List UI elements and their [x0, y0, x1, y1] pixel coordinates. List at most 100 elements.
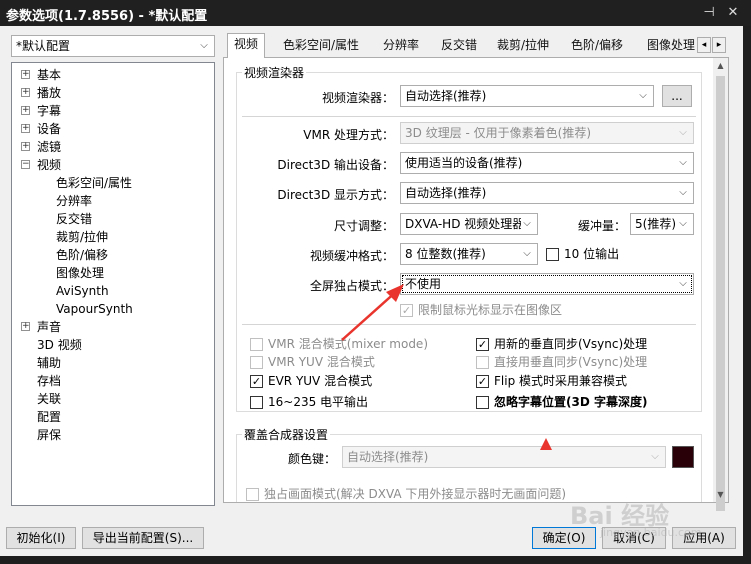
tree-item-assist[interactable]: 辅助	[37, 354, 61, 372]
tree-item-label: 屏保	[37, 428, 62, 442]
panel-scrollbar[interactable]: ▲ ▼	[713, 58, 728, 511]
checkbox-box[interactable]	[476, 356, 489, 369]
d3d-device-select[interactable]: 使用适当的设备(推荐) ⌵	[400, 152, 694, 174]
buffer-select-value: 5(推荐)	[635, 217, 676, 231]
tree-item-vapoursynth[interactable]: VapourSynth	[56, 300, 133, 318]
tree-item-label: 关联	[37, 392, 62, 406]
expand-icon[interactable]: +	[21, 124, 30, 133]
renderer-select-value: 自动选择(推荐)	[405, 89, 487, 103]
expand-icon[interactable]: +	[21, 106, 30, 115]
checkbox-box[interactable]: ✓	[400, 304, 413, 317]
option-label: Flip 模式时采用兼容模式	[494, 374, 628, 388]
tree-item-label: 分辨率	[56, 194, 93, 208]
tab-resolution[interactable]: 分辨率	[377, 35, 425, 57]
renderer-group-title: 视频渲染器	[242, 64, 307, 81]
renderer-label: 视频渲染器：	[321, 91, 394, 105]
renderer-settings-button[interactable]: ...	[662, 85, 692, 107]
tab-video[interactable]: 视频	[227, 33, 266, 58]
colorkey-select-value: 自动选择(推荐)	[347, 450, 429, 464]
surface-format-select[interactable]: 8 位整数(推荐) ⌵	[400, 243, 538, 265]
option-label: EVR YUV 混合模式	[268, 374, 373, 388]
scrollbar-thumb[interactable]	[716, 76, 725, 511]
vmr-mode-select-value: 3D 纹理层 - 仅用于像素着色(推荐)	[405, 126, 592, 140]
tree-item-label: 基本	[37, 68, 62, 82]
reset-button[interactable]: 初始化(I)	[6, 527, 76, 549]
option-label: VMR YUV 混合模式	[268, 355, 375, 369]
expand-icon[interactable]: +	[21, 142, 30, 151]
profile-select[interactable]: *默认配置 ⌵	[11, 35, 215, 57]
checkbox-box[interactable]: ✓	[476, 375, 489, 388]
tree-item-label: 裁剪/拉伸	[56, 230, 109, 244]
tree-item-label: 3D 视频	[37, 338, 82, 352]
colorkey-swatch[interactable]	[672, 446, 694, 468]
resize-label: 尺寸调整：	[333, 219, 394, 233]
renderer-select[interactable]: 自动选择(推荐) ⌵	[400, 85, 654, 107]
collapse-icon[interactable]: −	[21, 160, 30, 169]
tree-item-avisynth[interactable]: AviSynth	[56, 282, 109, 300]
tree-item-label: 色彩空间/属性	[56, 176, 133, 190]
checkbox-box[interactable]	[250, 356, 263, 369]
checkbox-box[interactable]	[476, 396, 489, 409]
chevron-down-icon: ⌵	[651, 451, 659, 462]
tree-item-label: 滤镜	[37, 140, 62, 154]
tree-item-resolution[interactable]: 分辨率	[56, 192, 92, 210]
scroll-up-icon[interactable]: ▲	[713, 58, 728, 73]
tree-item-colorspace[interactable]: 色彩空间/属性	[56, 174, 132, 192]
title-bar: 参数选项(1.7.8556) - *默认配置 ⊣ ✕	[0, 0, 751, 26]
checkbox-box[interactable]	[250, 396, 263, 409]
tree-item-3d-video[interactable]: 3D 视频	[37, 336, 82, 354]
tree-item-archive[interactable]: 存档	[37, 372, 61, 390]
tree-item-association[interactable]: 关联	[37, 390, 61, 408]
checkbox-box[interactable]: ✓	[250, 375, 263, 388]
resize-select[interactable]: DXVA-HD 视频处理器 ⌵	[400, 213, 538, 235]
tab-scroll-right-icon[interactable]: ▸	[712, 37, 726, 53]
chevron-down-icon: ⌵	[679, 218, 687, 229]
vmr-mode-select[interactable]: 3D 纹理层 - 仅用于像素着色(推荐) ⌵	[400, 122, 694, 144]
buffer-select[interactable]: 5(推荐) ⌵	[630, 213, 694, 235]
tab-deinterlace[interactable]: 反交错	[435, 35, 483, 57]
tree-item-levels[interactable]: 色阶/偏移	[56, 246, 108, 264]
checkbox-box[interactable]: ✓	[476, 338, 489, 351]
exclusive-mode-label: 全屏独占模式：	[309, 279, 394, 293]
tree-item-label: 视频	[37, 158, 62, 172]
tree-item-label: VapourSynth	[56, 302, 133, 316]
limit-cursor-label: 限制鼠标光标显示在图像区	[418, 303, 563, 317]
tab-levels[interactable]: 色阶/偏移	[565, 35, 629, 57]
output-10bit-label: 10 位输出	[564, 247, 620, 261]
tree-item-deinterlace[interactable]: 反交错	[56, 210, 92, 228]
tab-strip: 视频 色彩空间/属性 分辨率 反交错 裁剪/拉伸 色阶/偏移 图像处理 ◂ ▸	[223, 33, 743, 58]
tab-image-processing[interactable]: 图像处理	[641, 35, 697, 57]
tab-colorspace[interactable]: 色彩空间/属性	[277, 35, 365, 57]
chevron-down-icon: ⌵	[679, 127, 687, 138]
colorkey-label: 颜色键：	[287, 452, 336, 466]
option-label: 用新的垂直同步(Vsync)处理	[494, 337, 648, 351]
colorkey-select[interactable]: 自动选择(推荐) ⌵	[342, 446, 666, 468]
checkbox-box[interactable]	[546, 248, 559, 261]
close-icon[interactable]: ✕	[724, 4, 742, 22]
surface-format-label: 视频缓冲格式：	[309, 249, 394, 263]
tab-scroll-left-icon[interactable]: ◂	[697, 37, 711, 53]
divider	[242, 324, 696, 325]
tree-item-screensaver[interactable]: 屏保	[37, 426, 61, 444]
scroll-down-icon[interactable]: ▼	[713, 487, 728, 502]
d3d-device-select-value: 使用适当的设备(推荐)	[405, 156, 523, 170]
export-config-button[interactable]: 导出当前配置(S)...	[82, 527, 204, 549]
tree-item-image-processing[interactable]: 图像处理	[56, 264, 104, 282]
tab-crop[interactable]: 裁剪/拉伸	[491, 35, 555, 57]
tree-item-label: 图像处理	[56, 266, 105, 280]
checkbox-box[interactable]	[246, 488, 259, 501]
checkbox-box[interactable]	[250, 338, 263, 351]
tree-item-label: 色阶/偏移	[56, 248, 109, 262]
tree-item-config[interactable]: 配置	[37, 408, 61, 426]
d3d-display-select[interactable]: 自动选择(推荐) ⌵	[400, 182, 694, 204]
expand-icon[interactable]: +	[21, 70, 30, 79]
tree-item-label: 存档	[37, 374, 62, 388]
expand-icon[interactable]: +	[21, 88, 30, 97]
tree-item-crop[interactable]: 裁剪/拉伸	[56, 228, 108, 246]
expand-icon[interactable]: +	[21, 322, 30, 331]
pin-icon[interactable]: ⊣	[700, 4, 718, 22]
option-label: 忽略字幕位置(3D 字幕深度)	[494, 395, 648, 409]
exclusive-mode-select[interactable]: 不使用 ⌵	[400, 273, 694, 295]
background-strip	[743, 26, 751, 564]
tree-item-label: 设备	[37, 122, 62, 136]
